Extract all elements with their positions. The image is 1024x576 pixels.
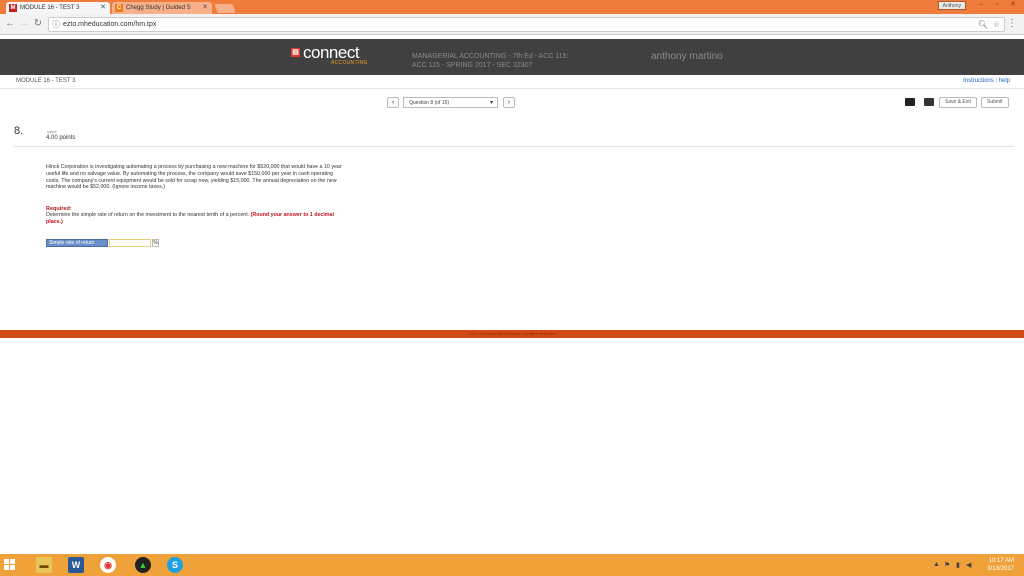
module-title: MODULE 16 - TEST 3 [16, 78, 76, 84]
clock-date: 3/13/2017 [987, 566, 1014, 572]
word-icon[interactable]: W [68, 557, 84, 573]
tray-expand-icon[interactable]: ▲ [933, 561, 940, 568]
question-select[interactable]: Question 8 (of 15) ▾ [403, 97, 498, 108]
question-value-label: value: [47, 129, 58, 134]
windows-start-icon[interactable] [4, 559, 16, 571]
question-text: Hinck Corporation is investigating autom… [46, 164, 342, 191]
answer-input[interactable] [109, 239, 151, 247]
profile-button[interactable]: Anthony [937, 1, 966, 10]
close-tab-icon[interactable]: ✕ [100, 2, 106, 14]
next-question-button[interactable]: › [503, 97, 515, 108]
address-toolbar: ← → ↻ ⓘ ezto.mheducation.com/hm.tpx 🔍︎ ☆… [0, 14, 1024, 35]
volume-icon[interactable]: ◀ [966, 561, 971, 569]
required-text: Determine the simple rate of return on t… [46, 212, 251, 218]
submit-button[interactable]: Submit [981, 97, 1009, 108]
bookmark-star-icon[interactable]: ☆ [993, 18, 1000, 31]
divider [14, 146, 1014, 147]
tab-title: Chegg Study | Guided S [126, 5, 191, 11]
answer-label: Simple rate of return [46, 239, 108, 247]
mcgraw-hill-logo-icon: ▤ [291, 48, 300, 57]
info-icon[interactable]: ⓘ [52, 18, 60, 31]
windows-taskbar: ▬ W ◉ ▲ S ▲ ⚑ ▮ ◀ 10:17 AM 3/13/2017 [0, 554, 1024, 576]
reload-icon[interactable]: ↻ [32, 18, 44, 29]
tab-module-test[interactable]: M MODULE 16 - TEST 3 ✕ [6, 2, 110, 14]
copyright: ©2017 McGraw-Hill Education. All rights … [467, 331, 557, 336]
close-tab-icon[interactable]: ✕ [202, 2, 208, 14]
skype-icon[interactable]: S [167, 557, 183, 573]
back-arrow-icon[interactable]: ← [4, 18, 16, 29]
url-text: ezto.mheducation.com/hm.tpx [63, 21, 157, 28]
course-line-2: ACC 115 - SPRING 2017 - SEC 32307 [412, 62, 533, 69]
instructions-link[interactable]: Instructions [963, 78, 994, 84]
course-info: MANAGERIAL ACCOUNTING - 7th Ed - ACC 115… [412, 52, 568, 70]
file-explorer-icon[interactable]: ▬ [36, 557, 52, 573]
course-line-1: MANAGERIAL ACCOUNTING - 7th Ed - ACC 115… [412, 53, 569, 60]
tab-title: MODULE 16 - TEST 3 [20, 5, 80, 11]
user-name: anthony martino [651, 51, 723, 62]
minimize-icon[interactable]: – [974, 0, 988, 9]
mheducation-favicon-icon: M [9, 4, 17, 12]
question-number: 8. [14, 125, 24, 137]
zoom-icon[interactable]: 🔍︎ [978, 18, 988, 31]
required-instructions: Determine the simple rate of return on t… [46, 212, 346, 226]
chrome-icon[interactable]: ◉ [100, 557, 116, 573]
help-link[interactable]: help [999, 78, 1010, 84]
help-links: Instructions | help [963, 78, 1010, 84]
clock-time: 10:17 AM [988, 558, 1014, 564]
calculator-icon[interactable] [924, 98, 934, 106]
question-points: 4.00 points [46, 135, 76, 141]
chrome-menu-icon[interactable]: ⋮ [1007, 18, 1017, 29]
logo-sub: ACCOUNTING [331, 60, 368, 66]
chegg-favicon-icon: C [115, 4, 123, 12]
print-icon[interactable] [905, 98, 915, 106]
caret-down-icon: ▾ [489, 100, 493, 106]
maximize-icon[interactable]: ▫ [990, 0, 1004, 9]
tab-chegg[interactable]: C Chegg Study | Guided S ✕ [112, 2, 212, 14]
module-bar: MODULE 16 - TEST 3 Instructions | help [0, 75, 1024, 89]
prev-question-button[interactable]: ‹ [387, 97, 399, 108]
save-exit-button[interactable]: Save & Exit [939, 97, 977, 108]
connect-header: ▤ connect ACCOUNTING MANAGERIAL ACCOUNTI… [0, 39, 1024, 75]
flag-icon[interactable]: ⚑ [944, 561, 950, 569]
close-window-icon[interactable]: ✕ [1006, 0, 1020, 9]
taskbar-clock[interactable]: 10:17 AM 3/13/2017 [987, 557, 1014, 573]
content-bottom [0, 318, 1024, 330]
question-select-value: Question 8 (of 15) [409, 100, 450, 106]
forward-arrow-icon[interactable]: → [18, 18, 30, 29]
browser-title-bar: M MODULE 16 - TEST 3 ✕ C Chegg Study | G… [0, 0, 1024, 14]
answer-unit: % [152, 239, 159, 247]
screen: M MODULE 16 - TEST 3 ✕ C Chegg Study | G… [0, 0, 1024, 576]
question-navigation: ‹ Question 8 (of 15) ▾ › Save & Exit Sub… [0, 97, 1024, 113]
network-icon[interactable]: ▮ [956, 561, 960, 569]
url-bar[interactable]: ⓘ ezto.mheducation.com/hm.tpx 🔍︎ ☆ [48, 17, 1005, 32]
app-icon[interactable]: ▲ [135, 557, 151, 573]
new-tab-button[interactable] [214, 4, 236, 13]
